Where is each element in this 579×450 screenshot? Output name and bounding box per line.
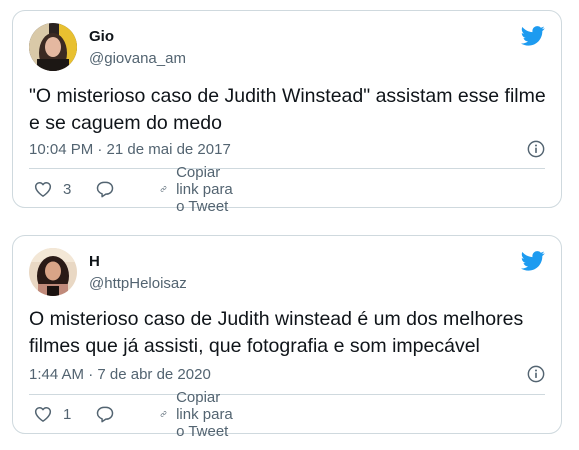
- reply-button[interactable]: [95, 402, 115, 426]
- twitter-bird-icon[interactable]: [521, 26, 545, 46]
- tweet-text: O misterioso caso de Judith winstead é u…: [29, 308, 524, 357]
- heart-icon: [34, 182, 52, 197]
- heart-icon: [34, 407, 52, 422]
- tweet-timestamp[interactable]: 1:44 AM · 7 de abr de 2020: [29, 366, 211, 383]
- twitter-bird-icon[interactable]: [521, 251, 545, 271]
- divider: [29, 168, 545, 169]
- display-name[interactable]: H: [89, 253, 100, 270]
- copy-link-label: Copiar link para o Tweet: [176, 163, 233, 215]
- display-name[interactable]: Gio: [89, 28, 114, 45]
- copy-link-button[interactable]: Copiar link para o Tweet: [160, 164, 233, 215]
- reply-icon: [96, 406, 114, 423]
- info-icon[interactable]: [527, 140, 545, 158]
- username-handle[interactable]: @httpHeloisaz: [89, 275, 187, 292]
- like-count: 1: [63, 405, 72, 423]
- reply-button[interactable]: [95, 177, 115, 201]
- link-icon: [160, 411, 167, 417]
- avatar[interactable]: [29, 23, 77, 71]
- divider: [29, 394, 545, 395]
- tweet-card[interactable]: Gio @giovana_am "O misterioso caso de Ju…: [12, 10, 562, 215]
- like-button[interactable]: 3: [33, 177, 71, 201]
- like-count: 3: [63, 180, 72, 198]
- like-button[interactable]: 1: [33, 402, 71, 426]
- tweet-text: "O misterioso caso de Judith Winstead" a…: [29, 85, 546, 134]
- reply-icon: [96, 181, 114, 198]
- copy-link-button[interactable]: Copiar link para o Tweet: [160, 389, 233, 440]
- tweet-card[interactable]: H @httpHeloisaz O misterioso caso de Jud…: [12, 235, 562, 440]
- copy-link-label: Copiar link para o Tweet: [176, 388, 233, 440]
- avatar[interactable]: [29, 248, 77, 296]
- info-icon[interactable]: [527, 365, 545, 383]
- username-handle[interactable]: @giovana_am: [89, 50, 186, 67]
- link-icon: [160, 186, 167, 192]
- tweet-timestamp[interactable]: 10:04 PM · 21 de mai de 2017: [29, 141, 231, 158]
